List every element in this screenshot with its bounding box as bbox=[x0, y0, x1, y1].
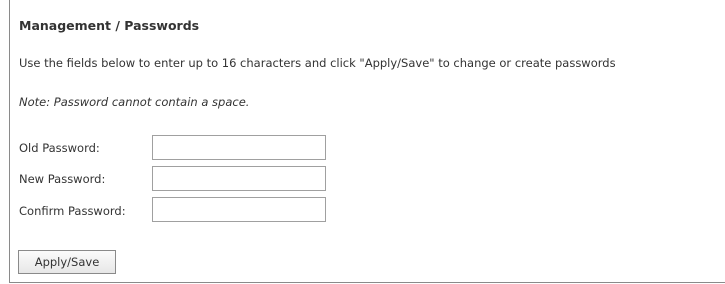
instructions-text: Use the fields below to enter up to 16 c… bbox=[19, 56, 616, 70]
apply-save-button[interactable]: Apply/Save bbox=[18, 250, 116, 274]
page-title: Management / Passwords bbox=[19, 18, 200, 33]
confirm-password-field[interactable] bbox=[152, 197, 326, 222]
old-password-field[interactable] bbox=[152, 135, 326, 160]
new-password-field[interactable] bbox=[152, 166, 326, 191]
content-frame bbox=[9, 0, 725, 283]
new-password-label: New Password: bbox=[19, 172, 106, 186]
confirm-password-label: Confirm Password: bbox=[19, 204, 126, 218]
old-password-label: Old Password: bbox=[19, 141, 100, 155]
password-note: Note: Password cannot contain a space. bbox=[19, 95, 250, 109]
